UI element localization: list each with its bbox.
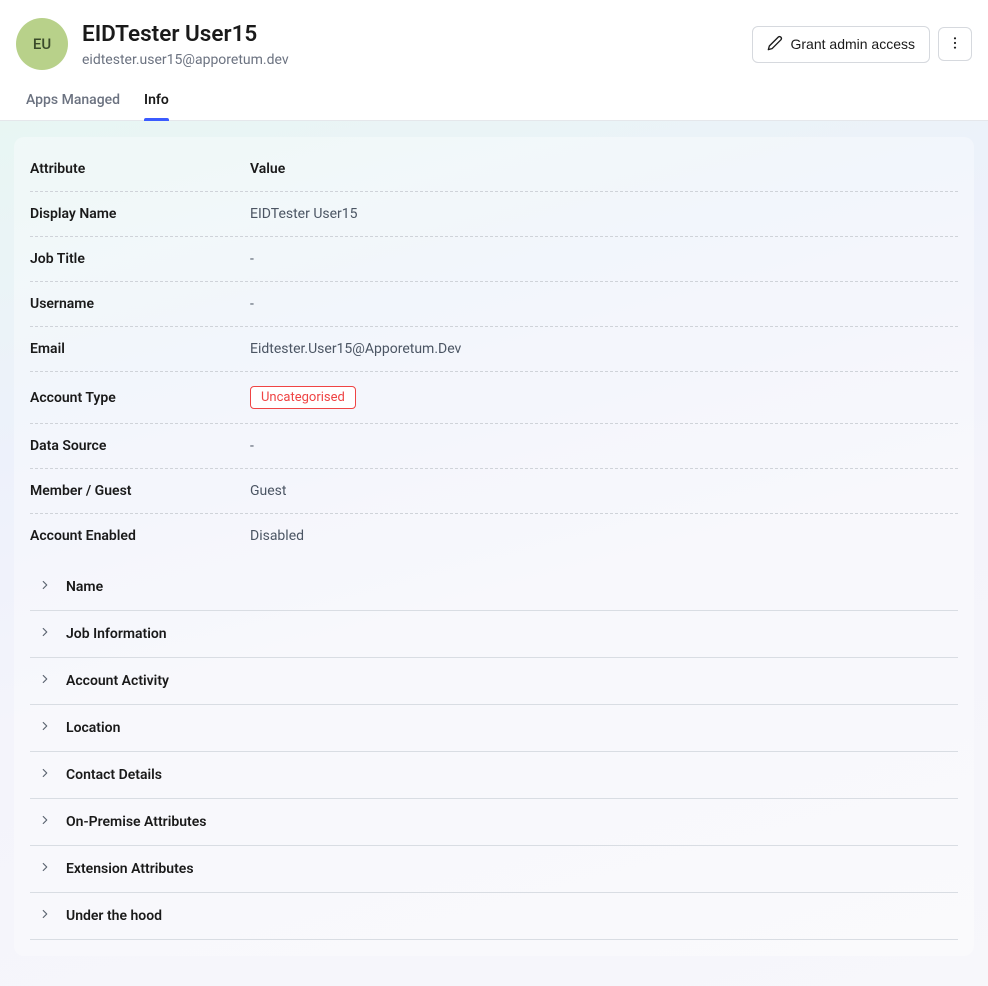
accordion-location[interactable]: Location xyxy=(30,705,958,752)
attr-label: Data Source xyxy=(30,438,250,454)
chevron-right-icon xyxy=(38,813,52,831)
attr-label: Username xyxy=(30,296,250,312)
table-row: Account Type Uncategorised xyxy=(30,372,958,424)
accordion-job-information[interactable]: Job Information xyxy=(30,611,958,658)
attr-label: Job Title xyxy=(30,251,250,267)
info-card: Attribute Value Display Name EIDTester U… xyxy=(14,137,974,956)
attr-value: - xyxy=(250,438,958,454)
attr-value: - xyxy=(250,251,958,267)
chevron-right-icon xyxy=(38,578,52,596)
table-row: Display Name EIDTester User15 xyxy=(30,192,958,237)
attr-value: Eidtester.User15@Apporetum.Dev xyxy=(250,341,958,357)
accordion-name[interactable]: Name xyxy=(30,564,958,611)
accordion-label: Contact Details xyxy=(66,767,162,783)
grant-admin-access-button[interactable]: Grant admin access xyxy=(752,26,931,63)
chevron-right-icon xyxy=(38,766,52,784)
attr-value: - xyxy=(250,296,958,312)
chevron-right-icon xyxy=(38,719,52,737)
tabs: Apps Managed Info xyxy=(0,70,988,121)
table-header-row: Attribute Value xyxy=(30,147,958,192)
avatar: EU xyxy=(16,18,68,70)
attr-value: Guest xyxy=(250,483,958,499)
col-header-value: Value xyxy=(250,161,958,177)
attr-value: Uncategorised xyxy=(250,386,958,409)
table-row: Username - xyxy=(30,282,958,327)
header-identity: EU EIDTester User15 eidtester.user15@app… xyxy=(16,18,289,70)
avatar-initials: EU xyxy=(33,35,51,53)
accordion-label: On-Premise Attributes xyxy=(66,814,206,830)
chevron-right-icon xyxy=(38,625,52,643)
attr-label: Member / Guest xyxy=(30,483,250,499)
accordion-under-the-hood[interactable]: Under the hood xyxy=(30,893,958,940)
account-type-badge: Uncategorised xyxy=(250,386,356,409)
accordion-label: Location xyxy=(66,720,120,736)
more-options-button[interactable] xyxy=(938,27,972,61)
title-block: EIDTester User15 eidtester.user15@appore… xyxy=(82,20,289,67)
accordion-label: Name xyxy=(66,579,103,595)
accordion-label: Job Information xyxy=(66,626,167,642)
accordion-on-premise-attributes[interactable]: On-Premise Attributes xyxy=(30,799,958,846)
attr-label: Email xyxy=(30,341,250,357)
tab-apps-managed[interactable]: Apps Managed xyxy=(26,92,120,120)
grant-admin-label: Grant admin access xyxy=(791,36,916,52)
col-header-attribute: Attribute xyxy=(30,161,250,177)
accordion-label: Under the hood xyxy=(66,908,162,924)
page-header: EU EIDTester User15 eidtester.user15@app… xyxy=(0,0,988,70)
table-row: Account Enabled Disabled xyxy=(30,514,958,558)
attribute-table: Attribute Value Display Name EIDTester U… xyxy=(30,147,958,558)
table-row: Job Title - xyxy=(30,237,958,282)
chevron-right-icon xyxy=(38,860,52,878)
chevron-right-icon xyxy=(38,907,52,925)
accordion-account-activity[interactable]: Account Activity xyxy=(30,658,958,705)
tab-info[interactable]: Info xyxy=(144,92,169,120)
accordion-contact-details[interactable]: Contact Details xyxy=(30,752,958,799)
page-subtitle: eidtester.user15@apporetum.dev xyxy=(82,52,289,68)
more-vertical-icon xyxy=(947,35,963,54)
table-row: Member / Guest Guest xyxy=(30,469,958,514)
attr-label: Account Enabled xyxy=(30,528,250,544)
accordion-label: Extension Attributes xyxy=(66,861,194,877)
attr-label: Account Type xyxy=(30,390,250,406)
pencil-icon xyxy=(767,35,783,54)
chevron-right-icon xyxy=(38,672,52,690)
header-actions: Grant admin access xyxy=(752,26,973,63)
attr-label: Display Name xyxy=(30,206,250,222)
table-row: Data Source - xyxy=(30,424,958,469)
accordion-list: Name Job Information Account Activity Lo… xyxy=(30,564,958,940)
accordion-extension-attributes[interactable]: Extension Attributes xyxy=(30,846,958,893)
attr-value: EIDTester User15 xyxy=(250,206,958,222)
content-area: Attribute Value Display Name EIDTester U… xyxy=(0,121,988,986)
table-row: Email Eidtester.User15@Apporetum.Dev xyxy=(30,327,958,372)
attr-value: Disabled xyxy=(250,528,958,544)
page-title: EIDTester User15 xyxy=(82,20,289,49)
accordion-label: Account Activity xyxy=(66,673,169,689)
